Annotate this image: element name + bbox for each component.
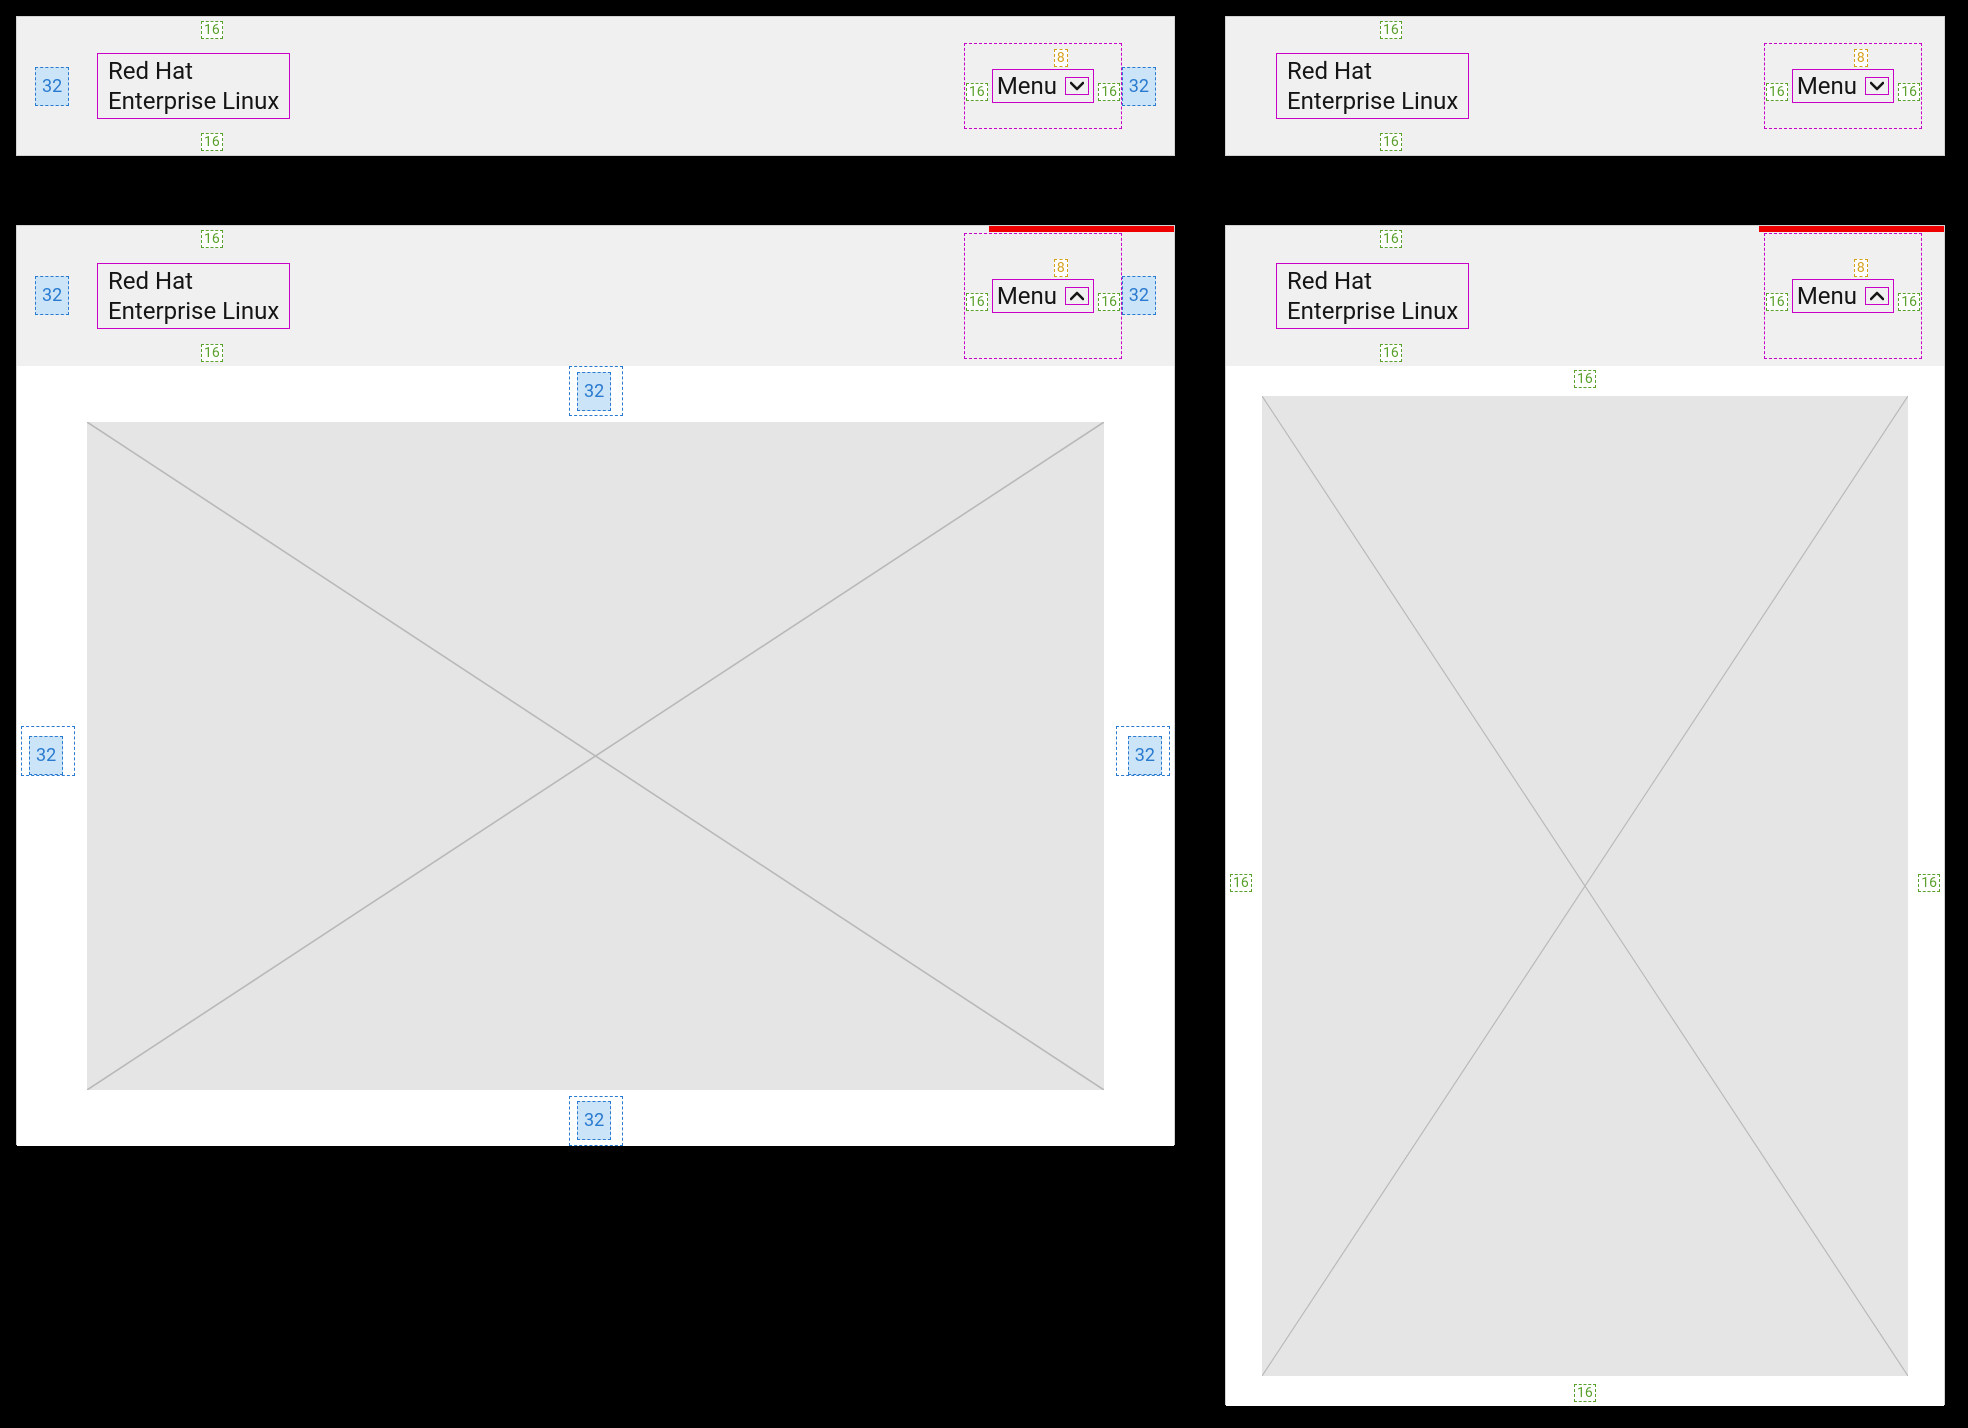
- title-line-1: Red Hat: [108, 56, 279, 86]
- menu-toggle[interactable]: Menu: [1792, 279, 1894, 313]
- menu-pad-left: 16: [1766, 293, 1788, 311]
- chevron-up-icon: [1065, 287, 1089, 305]
- menu-pad-right: 16: [1098, 83, 1120, 101]
- padding-label-top: 16: [201, 21, 223, 39]
- menu-area: 16 16 8 Menu: [1792, 69, 1894, 103]
- title-line-2: Enterprise Linux: [1287, 296, 1458, 326]
- active-indicator: [1759, 226, 1944, 232]
- padding-label-right: 32: [1122, 276, 1156, 315]
- menu-area: 16 16 8 Menu: [1792, 279, 1894, 313]
- padding-label-bottom: 16: [1380, 133, 1402, 151]
- title-line-1: Red Hat: [1287, 266, 1458, 296]
- menu-label: Menu: [1797, 72, 1857, 100]
- content-placeholder: [87, 422, 1104, 1090]
- title-line-2: Enterprise Linux: [108, 86, 279, 116]
- product-title: Red Hat Enterprise Linux: [97, 263, 290, 329]
- menu-toggle[interactable]: Menu: [992, 279, 1094, 313]
- content-pad-left: 32: [29, 736, 63, 775]
- dropdown-content: 32 32 32 32: [17, 366, 1174, 1146]
- menu-pad-left: 16: [1766, 83, 1788, 101]
- menu-label: Menu: [1797, 282, 1857, 310]
- padding-label-left: 32: [35, 276, 69, 315]
- header-panel-wide-collapsed: 32 32 16 16 Red Hat Enterprise Linux 16 …: [16, 16, 1175, 156]
- title-line-2: Enterprise Linux: [108, 296, 279, 326]
- chevron-down-icon: [1865, 77, 1889, 95]
- menu-toggle[interactable]: Menu: [992, 69, 1094, 103]
- header-panel-narrow-collapsed: 16 16 Red Hat Enterprise Linux 16 16 8 M…: [1225, 16, 1945, 156]
- title-line-1: Red Hat: [108, 266, 279, 296]
- product-title: Red Hat Enterprise Linux: [1276, 53, 1469, 119]
- content-pad-bottom: 32: [577, 1101, 611, 1140]
- active-indicator: [989, 226, 1174, 232]
- content-pad-right: 16: [1918, 874, 1940, 892]
- header-panel-narrow-expanded: 16 16 Red Hat Enterprise Linux 16 16 8 M…: [1225, 225, 1945, 1405]
- content-placeholder: [1262, 396, 1908, 1376]
- menu-area: 16 16 8 Menu: [992, 279, 1094, 313]
- padding-label-right: 32: [1122, 67, 1156, 106]
- content-pad-bottom: 16: [1574, 1384, 1596, 1402]
- content-pad-top: 32: [577, 372, 611, 411]
- menu-label: Menu: [997, 282, 1057, 310]
- menu-pad-right: 16: [1898, 83, 1920, 101]
- padding-label-top: 16: [1380, 21, 1402, 39]
- menu-pad-left: 16: [966, 83, 988, 101]
- menu-gap-label: 8: [1854, 49, 1868, 67]
- title-line-1: Red Hat: [1287, 56, 1458, 86]
- product-title: Red Hat Enterprise Linux: [97, 53, 290, 119]
- menu-gap-label: 8: [1054, 49, 1068, 67]
- menu-pad-right: 16: [1098, 293, 1120, 311]
- product-title: Red Hat Enterprise Linux: [1276, 263, 1469, 329]
- menu-toggle[interactable]: Menu: [1792, 69, 1894, 103]
- menu-label: Menu: [997, 72, 1057, 100]
- title-line-2: Enterprise Linux: [1287, 86, 1458, 116]
- padding-label-bottom: 16: [201, 133, 223, 151]
- menu-gap-label: 8: [1854, 259, 1868, 277]
- menu-area: 16 16 8 Menu: [992, 69, 1094, 103]
- menu-pad-right: 16: [1898, 293, 1920, 311]
- padding-label-top: 16: [201, 230, 223, 248]
- padding-label-left: 32: [35, 67, 69, 106]
- content-pad-right: 32: [1128, 736, 1162, 775]
- chevron-up-icon: [1865, 287, 1889, 305]
- header-panel-wide-expanded: 32 32 16 16 Red Hat Enterprise Linux 16 …: [16, 225, 1175, 1145]
- chevron-down-icon: [1065, 77, 1089, 95]
- padding-label-top: 16: [1380, 230, 1402, 248]
- content-pad-top: 16: [1574, 370, 1596, 388]
- padding-label-bottom: 16: [201, 344, 223, 362]
- menu-pad-left: 16: [966, 293, 988, 311]
- padding-label-bottom: 16: [1380, 344, 1402, 362]
- menu-gap-label: 8: [1054, 259, 1068, 277]
- dropdown-content: 16 16 16 16: [1226, 366, 1944, 1406]
- content-pad-left: 16: [1230, 874, 1252, 892]
